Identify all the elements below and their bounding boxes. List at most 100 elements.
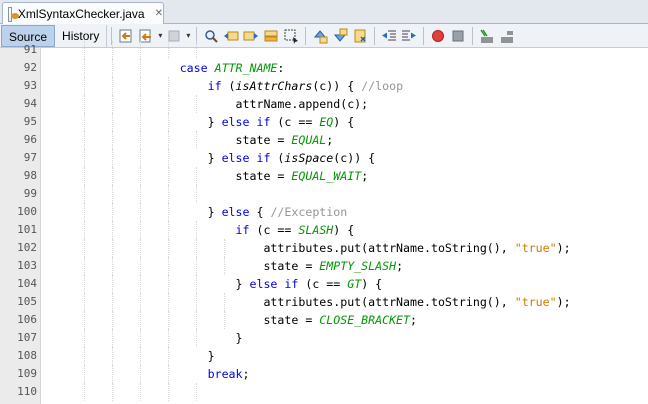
code-token: ; xyxy=(242,367,250,381)
line-number: 102 xyxy=(17,241,37,254)
code-token: state = xyxy=(68,169,292,183)
code-token: attrName.append(c); xyxy=(68,97,369,111)
code-token: "true" xyxy=(514,241,557,255)
indent-guide xyxy=(112,185,113,203)
indent-guide xyxy=(196,185,197,203)
code-line[interactable]: 107 } xyxy=(0,329,648,347)
indent-guide xyxy=(168,383,169,401)
code-token: else if xyxy=(221,151,271,165)
code-token: else xyxy=(221,205,250,219)
code-token: } xyxy=(68,331,243,345)
indent-guide xyxy=(140,185,141,203)
line-number: 96 xyxy=(23,133,37,146)
file-tab[interactable]: XmlSyntaxChecker.java ✕ xyxy=(2,2,164,25)
line-number: 94 xyxy=(23,97,37,110)
line-number: 99 xyxy=(23,187,37,200)
code-editor[interactable]: 91 92 case ATTR_NAME: 93 if (isAttrChars(c… xyxy=(0,41,648,404)
code-text: break; xyxy=(68,365,250,383)
code-text: state = EMPTY_SLASH; xyxy=(68,257,403,275)
code-token: ; xyxy=(361,169,369,183)
code-token: "true" xyxy=(514,295,557,309)
code-text: state = CLOSE_BRACKET; xyxy=(68,311,417,329)
forward-dropdown[interactable]: ▾ xyxy=(184,31,192,40)
code-text: if (c == SLASH) { xyxy=(68,221,355,239)
code-line[interactable]: 99 xyxy=(0,185,648,203)
editor-tab-bar: XmlSyntaxChecker.java ✕ xyxy=(0,0,648,25)
code-token: (c)) { xyxy=(312,79,362,93)
code-text: state = EQUAL; xyxy=(68,131,334,149)
code-line[interactable]: 96 state = EQUAL; xyxy=(0,131,648,149)
code-token: if xyxy=(207,79,222,93)
code-line[interactable]: 91 xyxy=(0,41,648,59)
code-token: isAttrChars xyxy=(235,79,313,93)
indent-guide xyxy=(140,41,141,59)
code-token: state = xyxy=(68,259,320,273)
code-token: ); xyxy=(556,241,571,255)
code-lines: 91 92 case ATTR_NAME: 93 if (isAttrChars(c… xyxy=(0,41,648,401)
line-number: 105 xyxy=(17,295,37,308)
indent-guide xyxy=(196,41,197,59)
code-token: ) { xyxy=(361,277,383,291)
code-token: ; xyxy=(396,259,404,273)
code-text: } else if (c == EQ) { xyxy=(68,113,355,131)
code-line[interactable]: 95 } else if (c == EQ) { xyxy=(0,113,648,131)
code-token: EQUAL_WAIT xyxy=(291,169,362,183)
code-line[interactable]: 106 state = CLOSE_BRACKET; xyxy=(0,311,648,329)
code-token: EQUAL xyxy=(291,133,327,147)
code-token: SLASH xyxy=(298,223,334,237)
code-token: ; xyxy=(410,313,418,327)
code-line[interactable]: 97 } else if (isSpace(c)) { xyxy=(0,149,648,167)
code-token: ATTR_NAME xyxy=(214,61,278,75)
code-token: (c)) { xyxy=(333,151,376,165)
code-line[interactable]: 101 if (c == SLASH) { xyxy=(0,221,648,239)
code-token: case xyxy=(179,61,215,75)
line-number: 110 xyxy=(17,385,37,398)
code-line[interactable]: 109 break; xyxy=(0,365,648,383)
line-number: 107 xyxy=(17,331,37,344)
code-token: isSpace xyxy=(284,151,334,165)
code-text: attributes.put(attrName.toString(), "tru… xyxy=(68,239,571,257)
code-token: (c == xyxy=(249,223,299,237)
code-line[interactable]: 93 if (isAttrChars(c)) { //loop xyxy=(0,77,648,95)
code-token: ( xyxy=(270,151,285,165)
code-line[interactable]: 102 attributes.put(attrName.toString(), … xyxy=(0,239,648,257)
code-token: ); xyxy=(556,295,571,309)
indent-guide xyxy=(112,41,113,59)
line-number: 98 xyxy=(23,169,37,182)
java-file-icon xyxy=(8,6,19,22)
code-line[interactable]: 104 } else if (c == GT) { xyxy=(0,275,648,293)
code-line[interactable]: 92 case ATTR_NAME: xyxy=(0,59,648,77)
code-token: (c == xyxy=(270,115,320,129)
code-text: } xyxy=(68,329,243,347)
code-token: state = xyxy=(68,133,292,147)
code-token: } xyxy=(68,151,222,165)
code-text: } else if (c == GT) { xyxy=(68,275,383,293)
code-token: : xyxy=(277,61,285,75)
close-icon[interactable]: ✕ xyxy=(155,8,163,20)
code-line[interactable]: 108 } xyxy=(0,347,648,365)
line-number: 91 xyxy=(23,43,37,56)
indent-guide xyxy=(112,383,113,401)
line-number: 100 xyxy=(17,205,37,218)
code-line[interactable]: 103 state = EMPTY_SLASH; xyxy=(0,257,648,275)
code-token: else if xyxy=(249,277,299,291)
code-line[interactable]: 100 } else { //Exception xyxy=(0,203,648,221)
code-token: } xyxy=(68,349,215,363)
code-line[interactable]: 94 attrName.append(c); xyxy=(0,95,648,113)
code-token: EMPTY_SLASH xyxy=(319,259,397,273)
code-line[interactable]: 110 xyxy=(0,383,648,401)
line-number: 106 xyxy=(17,313,37,326)
indent-guide xyxy=(140,383,141,401)
line-number: 92 xyxy=(23,61,37,74)
code-line[interactable]: 105 attributes.put(attrName.toString(), … xyxy=(0,293,648,311)
back-dropdown[interactable]: ▾ xyxy=(156,31,164,40)
line-number: 101 xyxy=(17,223,37,236)
code-token: ) { xyxy=(333,223,355,237)
code-token: } xyxy=(68,277,250,291)
indent-guide xyxy=(196,383,197,401)
code-line[interactable]: 98 state = EQUAL_WAIT; xyxy=(0,167,648,185)
code-token: ; xyxy=(326,133,334,147)
